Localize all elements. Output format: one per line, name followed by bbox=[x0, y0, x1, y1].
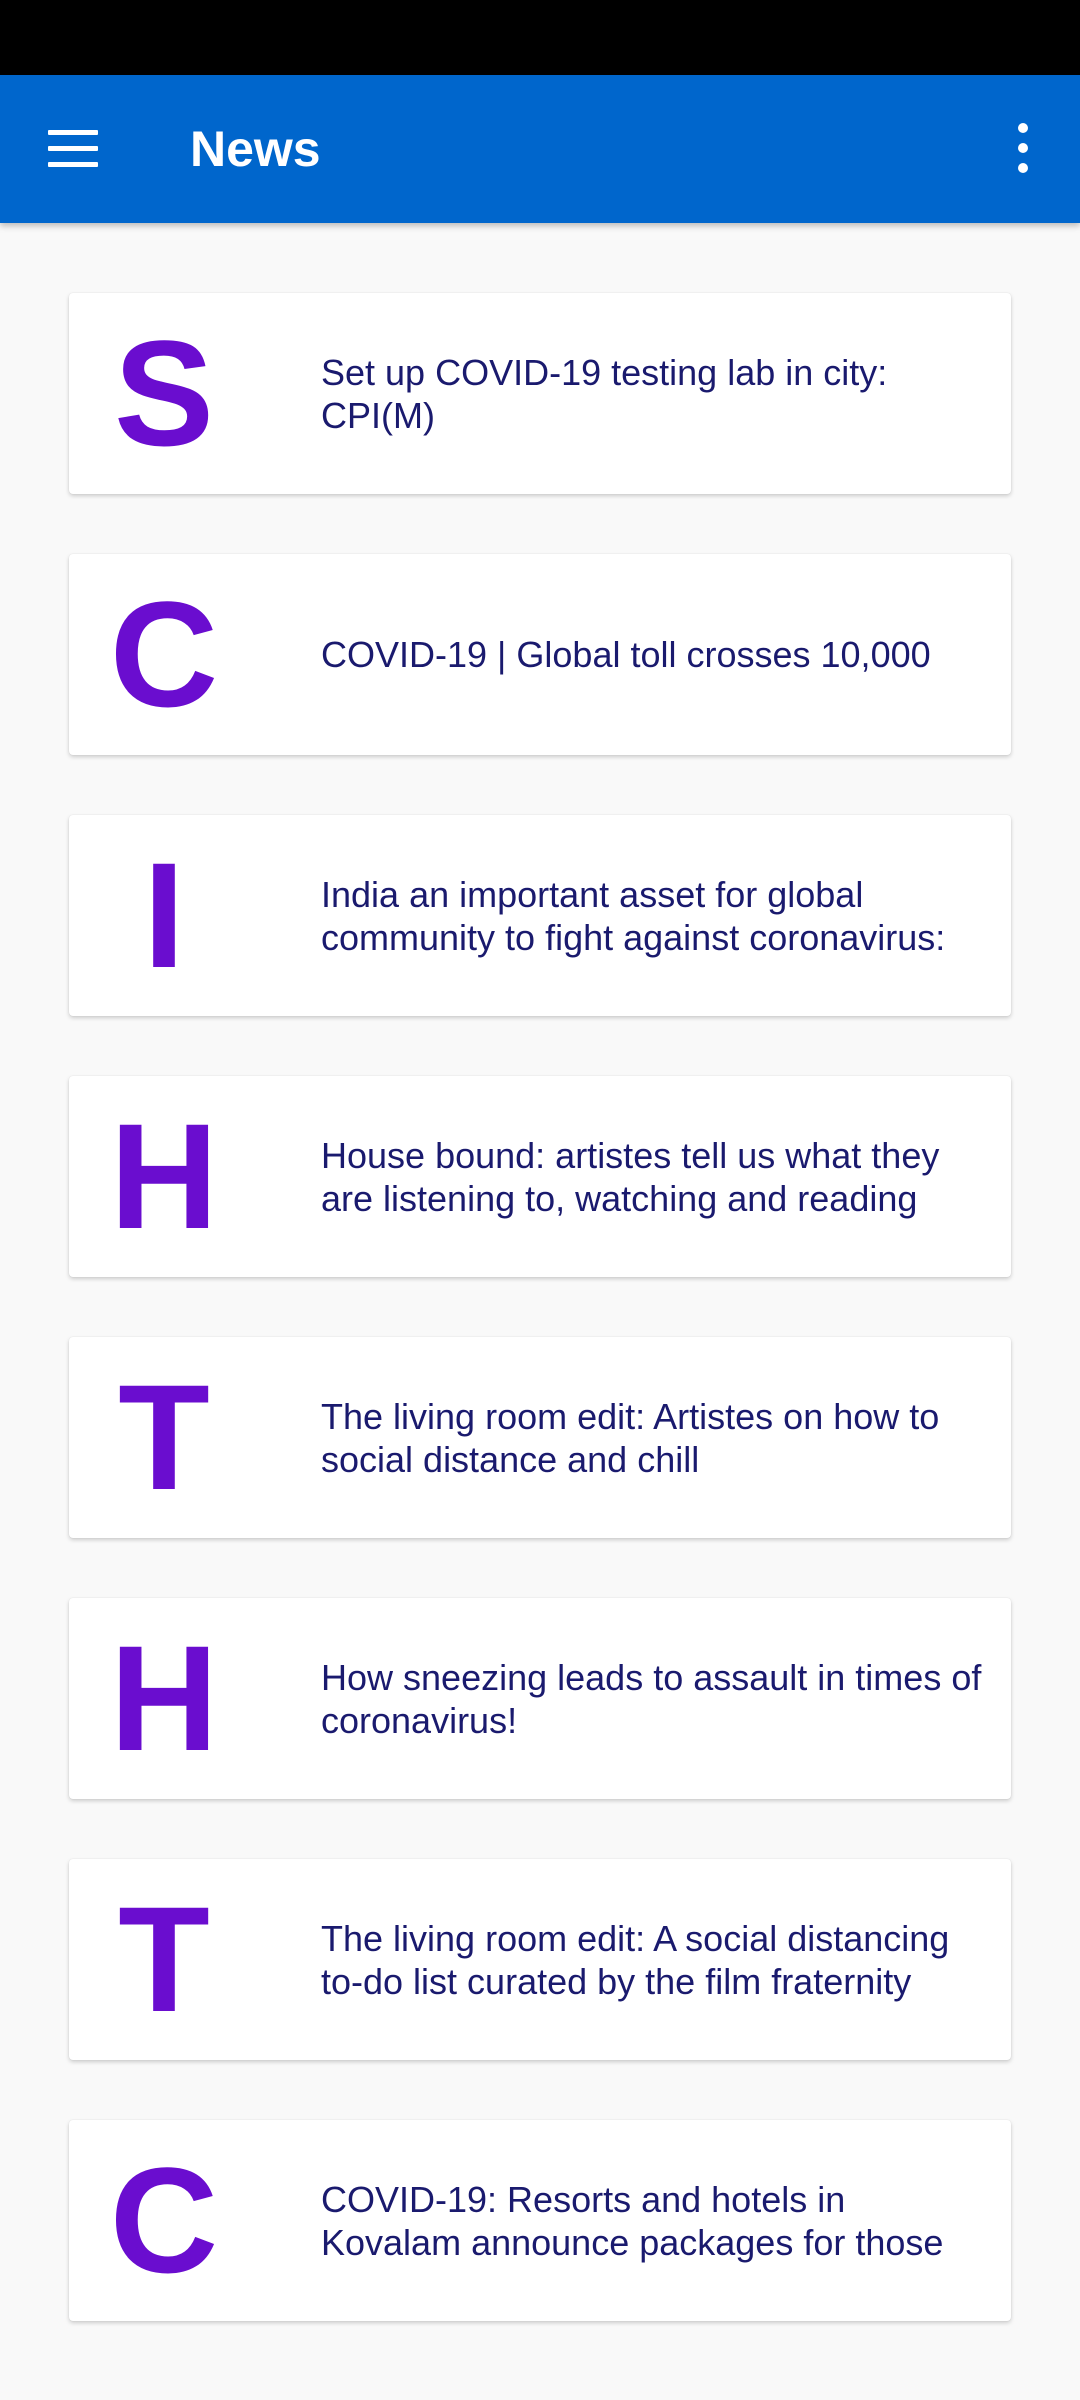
news-title-container: House bound: artistes tell us what they … bbox=[321, 1076, 993, 1277]
news-card[interactable]: I India an important asset for global co… bbox=[69, 815, 1011, 1016]
news-title-container: How sneezing leads to assault in times o… bbox=[321, 1598, 993, 1799]
news-card[interactable]: C COVID-19: Resorts and hotels in Kovala… bbox=[69, 2120, 1011, 2321]
news-title-container: Set up COVID-19 testing lab in city: CPI… bbox=[321, 293, 993, 494]
news-initial: T bbox=[118, 1875, 210, 2043]
news-initial: S bbox=[113, 309, 215, 477]
news-title-container: The living room edit: Artistes on how to… bbox=[321, 1337, 993, 1538]
more-options-icon[interactable] bbox=[1002, 123, 1042, 175]
status-bar bbox=[0, 0, 1080, 75]
news-title: How sneezing leads to assault in times o… bbox=[321, 1656, 982, 1741]
news-title-container: The living room edit: A social distancin… bbox=[321, 1859, 993, 2060]
news-initial: T bbox=[118, 1353, 210, 1521]
news-initial: C bbox=[109, 2136, 219, 2304]
news-card[interactable]: T The living room edit: Artistes on how … bbox=[69, 1337, 1011, 1538]
news-title-container: COVID-19 | Global toll crosses 10,000 bbox=[321, 554, 993, 755]
news-title: COVID-19 | Global toll crosses 10,000 bbox=[321, 634, 931, 675]
news-card[interactable]: T The living room edit: A social distanc… bbox=[69, 1859, 1011, 2060]
news-card[interactable]: S Set up COVID-19 testing lab in city: C… bbox=[69, 293, 1011, 494]
news-initial: H bbox=[109, 1092, 219, 1260]
news-title: The living room edit: A social distancin… bbox=[321, 1917, 950, 2002]
news-title-container: COVID-19: Resorts and hotels in Kovalam … bbox=[321, 2120, 993, 2321]
news-card[interactable]: H House bound: artistes tell us what the… bbox=[69, 1076, 1011, 1277]
app-bar: News bbox=[0, 75, 1080, 223]
news-title: India an important asset for global comm… bbox=[321, 873, 946, 958]
news-title: The living room edit: Artistes on how to… bbox=[321, 1395, 940, 1480]
news-initial: H bbox=[109, 1614, 219, 1782]
news-card[interactable]: C COVID-19 | Global toll crosses 10,000 bbox=[69, 554, 1011, 755]
hamburger-menu-icon[interactable] bbox=[48, 130, 98, 168]
news-title-container: India an important asset for global comm… bbox=[321, 815, 993, 1016]
news-initial: I bbox=[143, 831, 185, 999]
news-title: House bound: artistes tell us what they … bbox=[321, 1134, 940, 1219]
news-title: Set up COVID-19 testing lab in city: CPI… bbox=[321, 351, 888, 436]
app-title: News bbox=[190, 121, 321, 177]
news-title: COVID-19: Resorts and hotels in Kovalam … bbox=[321, 2178, 944, 2263]
news-initial: C bbox=[109, 570, 219, 738]
news-card[interactable]: H How sneezing leads to assault in times… bbox=[69, 1598, 1011, 1799]
